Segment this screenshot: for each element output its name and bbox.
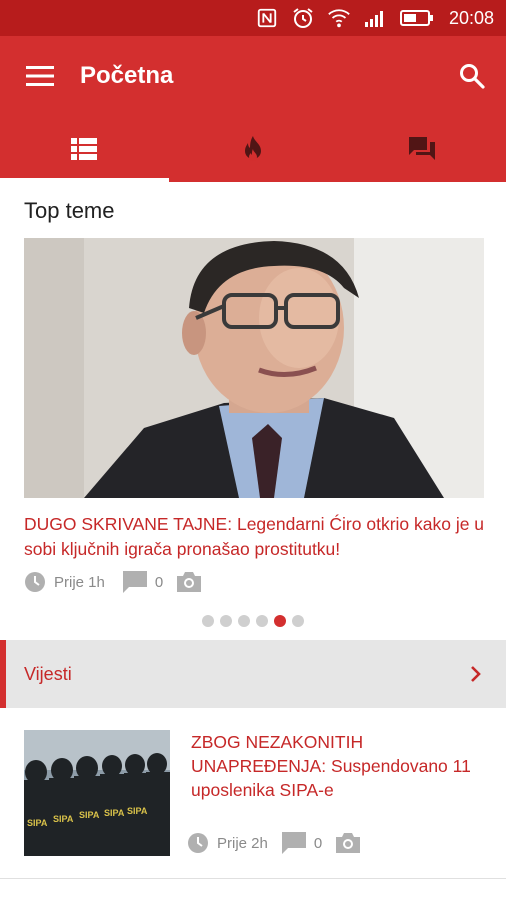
clock-icon <box>187 832 209 854</box>
hero-image[interactable] <box>24 238 484 498</box>
carousel-dot[interactable] <box>274 615 286 627</box>
article-meta: Prije 2h 0 <box>187 832 361 854</box>
tab-comments[interactable] <box>337 116 506 182</box>
app-bar: Početna <box>0 36 506 116</box>
category-label: Vijesti <box>24 663 72 684</box>
category-header[interactable]: Vijesti <box>0 640 506 708</box>
divider <box>0 878 506 879</box>
article-time: Prije 2h <box>217 834 268 852</box>
svg-text:SIPA: SIPA <box>79 810 100 820</box>
svg-text:SIPA: SIPA <box>53 814 74 824</box>
svg-text:SIPA: SIPA <box>27 818 48 828</box>
carousel-dot[interactable] <box>202 615 214 627</box>
carousel-dot[interactable] <box>220 615 232 627</box>
camera-icon <box>177 572 202 592</box>
chevron-right-icon[interactable] <box>446 665 506 683</box>
article-thumbnail: SIPA SIPA SIPA SIPA SIPA <box>24 730 170 856</box>
tab-bar <box>0 116 506 182</box>
search-icon <box>460 64 485 89</box>
carousel-indicator <box>0 615 506 627</box>
article-title[interactable]: ZBOG NEZAKONITIH UNAPREĐENJA: Suspendova… <box>191 730 491 802</box>
wifi-icon <box>327 6 351 30</box>
tab-trending[interactable] <box>169 116 338 182</box>
clock-icon <box>24 571 46 593</box>
nfc-icon <box>255 6 279 30</box>
page-title: Početna <box>80 62 174 89</box>
hero-article-meta: Prije 1h 0 <box>24 571 202 593</box>
list-icon <box>71 138 98 160</box>
hero-article-title[interactable]: DUGO SKRIVANE TAJNE: Legendarni Ćiro otk… <box>24 512 494 562</box>
carousel-dot[interactable] <box>256 615 268 627</box>
camera-icon <box>336 833 361 853</box>
carousel-dot[interactable] <box>292 615 304 627</box>
comment-icon <box>281 832 306 854</box>
fire-icon <box>245 136 261 161</box>
hero-comment-count: 0 <box>154 573 164 591</box>
hamburger-icon <box>26 66 54 86</box>
search-button[interactable] <box>438 36 506 116</box>
comment-icon <box>122 571 147 593</box>
svg-text:SIPA: SIPA <box>104 808 125 818</box>
battery-icon <box>399 6 435 30</box>
section-heading: Top teme <box>24 198 115 223</box>
status-bar: 20:08 <box>0 0 506 36</box>
signal-icon <box>363 6 387 30</box>
carousel-dot[interactable] <box>238 615 250 627</box>
hero-photo <box>24 238 484 498</box>
alarm-icon <box>291 6 315 30</box>
article-comment-count: 0 <box>313 834 323 852</box>
hero-time: Prije 1h <box>54 573 105 591</box>
tab-list[interactable] <box>0 116 169 182</box>
svg-text:SIPA: SIPA <box>127 806 148 816</box>
list-item[interactable]: SIPA SIPA SIPA SIPA SIPA ZBOG NEZAKONITIH UN… <box>24 730 484 860</box>
chat-icon <box>408 137 435 160</box>
menu-button[interactable] <box>0 36 80 116</box>
status-time: 20:08 <box>448 7 494 28</box>
